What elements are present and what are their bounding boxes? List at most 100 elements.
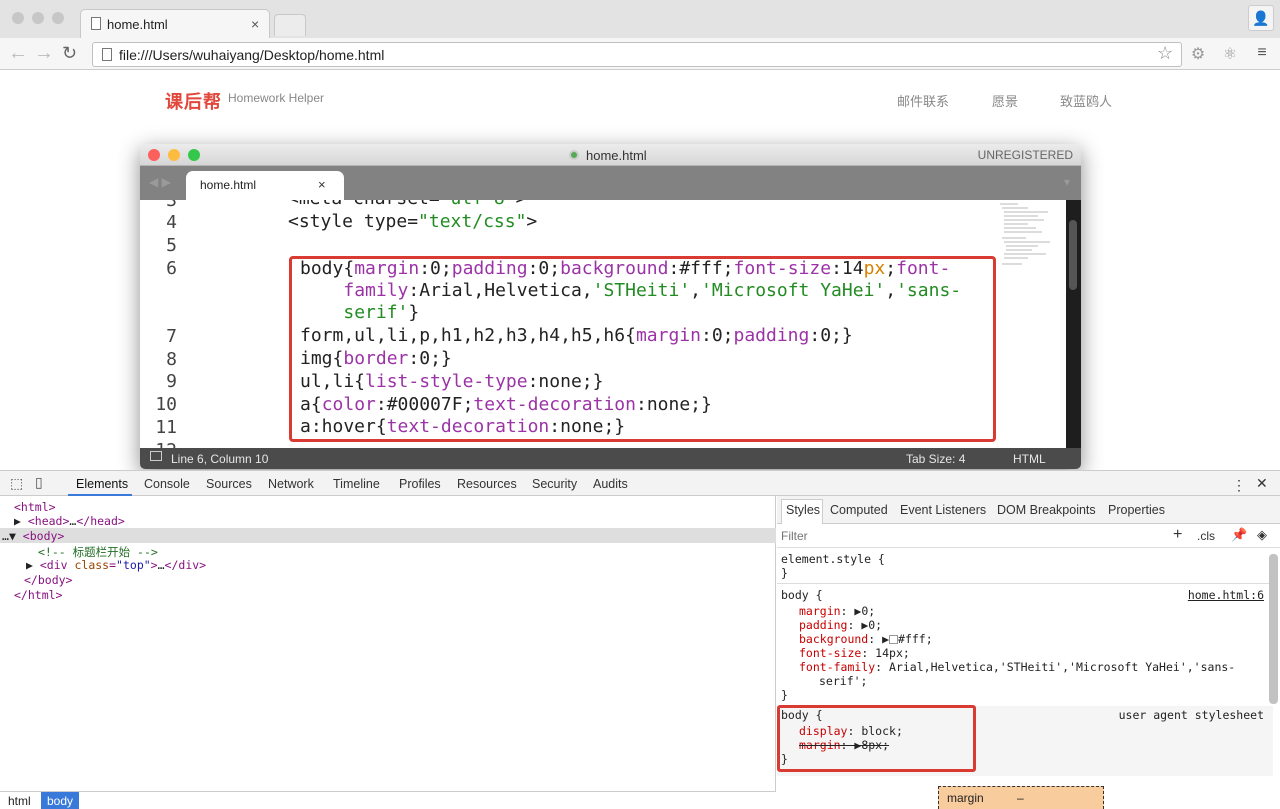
nav-link-contact[interactable]: 邮件联系 <box>897 91 949 110</box>
close-tab-icon[interactable]: × <box>251 16 259 32</box>
breadcrumb-body[interactable]: body <box>41 792 80 809</box>
inspect-element-icon[interactable]: ⬚ <box>10 475 23 492</box>
editor-window-title: home.html <box>586 148 647 163</box>
tab-event-listeners[interactable]: Event Listeners <box>900 503 986 517</box>
minimap[interactable] <box>998 200 1066 448</box>
styles-filter-bar: + .cls 📌 ◈ <box>777 524 1280 548</box>
tab-dom-breakpoints[interactable]: DOM Breakpoints <box>997 503 1096 517</box>
close-devtools-icon[interactable]: ✕ <box>1256 475 1268 492</box>
nav-link-lanou[interactable]: 致蓝鸥人 <box>1060 91 1112 110</box>
code-editor[interactable]: 3 4 5 6 7 8 9 10 11 12 <meta charset="ut… <box>140 200 1081 448</box>
tab-styles[interactable]: Styles <box>786 503 820 517</box>
editor-tab-label: home.html <box>200 178 257 192</box>
tab-elements[interactable]: Elements <box>76 477 128 491</box>
node-html[interactable]: <html> <box>14 500 56 514</box>
extension-icon[interactable]: ⚙ <box>1188 44 1208 64</box>
unregistered-label: UNREGISTERED <box>977 148 1073 162</box>
line-number: 9 <box>166 371 177 392</box>
editor-title-bar: home.html UNREGISTERED <box>140 144 1081 166</box>
new-tab-button[interactable] <box>274 14 306 36</box>
node-body-close[interactable]: </body> <box>24 573 72 587</box>
tab-audits[interactable]: Audits <box>593 477 628 491</box>
forward-icon[interactable]: → <box>34 42 54 65</box>
box-model-margin[interactable]: margin – <box>938 786 1104 809</box>
node-html-close[interactable]: </html> <box>14 588 62 602</box>
body-rule-source-link[interactable]: home.html:6 <box>1188 588 1264 602</box>
pin-icon[interactable]: 📌 <box>1231 527 1247 543</box>
color-swatch-icon[interactable] <box>889 635 899 644</box>
url-text[interactable]: file:///Users/wuhaiyang/Desktop/home.htm… <box>119 47 384 63</box>
editor-zoom-button[interactable] <box>188 149 200 161</box>
css-property-margin[interactable]: margin: ▶0; <box>799 604 875 618</box>
css-property-background[interactable]: background: ▶ #fff; <box>799 632 933 646</box>
css-property-font-size[interactable]: font-size: 14px; <box>799 646 910 660</box>
styles-sidebar: Styles Computed Event Listeners DOM Brea… <box>777 496 1280 809</box>
box-model-value[interactable]: – <box>1017 791 1024 805</box>
browser-toolbar: ← → ↻ file:///Users/wuhaiyang/Desktop/ho… <box>0 38 1280 70</box>
reload-icon[interactable]: ↻ <box>62 43 77 64</box>
tab-resources[interactable]: Resources <box>457 477 517 491</box>
user-icon[interactable]: 👤 <box>1248 5 1274 31</box>
cls-toggle[interactable]: .cls <box>1197 529 1215 543</box>
react-devtools-icon[interactable]: ⚛ <box>1220 44 1240 64</box>
tab-sources[interactable]: Sources <box>206 477 252 491</box>
back-icon[interactable]: ← <box>8 42 28 65</box>
zoom-window-button[interactable] <box>52 12 64 24</box>
add-rule-icon[interactable]: + <box>1173 526 1182 544</box>
tab-properties[interactable]: Properties <box>1108 503 1165 517</box>
css-property-font-family[interactable]: font-family: Arial,Helvetica,'STHeiti','… <box>799 660 1235 674</box>
node-head[interactable]: ▶ <head>…</head> <box>14 514 125 528</box>
menu-icon[interactable]: ≡ <box>1252 44 1272 64</box>
line-number: 8 <box>166 349 177 370</box>
minimize-window-button[interactable] <box>32 12 44 24</box>
close-window-button[interactable] <box>12 12 24 24</box>
breadcrumb-html[interactable]: html <box>8 794 31 808</box>
panel-toggle-icon[interactable] <box>150 451 162 461</box>
tab-security[interactable]: Security <box>532 477 577 491</box>
body-rule-selector[interactable]: body { <box>781 588 823 602</box>
property-name: margin <box>799 604 841 618</box>
tab-dropdown-icon[interactable]: ▾ <box>1064 175 1070 189</box>
tab-console[interactable]: Console <box>144 477 190 491</box>
line-gutter: 3 4 5 6 7 8 9 10 11 12 <box>140 200 192 448</box>
line-number: 4 <box>166 212 177 233</box>
styles-scrollbar[interactable] <box>1269 554 1278 704</box>
highlight-box-ua <box>777 705 976 772</box>
scroll-thumb[interactable] <box>1069 220 1077 290</box>
bookmark-star-icon[interactable]: ☆ <box>1157 43 1173 64</box>
code-line-3: <meta charset="utf-8"> <box>288 200 526 210</box>
browser-tab[interactable]: home.html × <box>80 9 270 38</box>
editor-scrollbar[interactable] <box>1066 200 1081 448</box>
close-tab-icon[interactable]: × <box>318 177 326 192</box>
styles-filter-input[interactable] <box>781 528 1161 544</box>
tab-profiles[interactable]: Profiles <box>399 477 441 491</box>
line-number: 7 <box>166 326 177 347</box>
editor-tab[interactable]: home.html × <box>186 171 344 200</box>
tab-nav-arrows-icon[interactable]: ◀ ▶ <box>149 175 171 189</box>
node-body[interactable]: …▼ <body> <box>2 529 64 543</box>
nav-link-vision[interactable]: 愿景 <box>992 91 1018 110</box>
editor-close-button[interactable] <box>148 149 160 161</box>
cursor-position: Line 6, Column 10 <box>171 452 269 466</box>
more-options-icon[interactable]: ⋮ <box>1232 477 1246 494</box>
node-div-top[interactable]: ▶ <div class="top">…</div> <box>26 558 206 572</box>
property-value: 0; <box>868 618 883 632</box>
css-property-font-family-cont: serif'; <box>819 674 868 688</box>
line-number: 3 <box>166 200 177 211</box>
editor-minimize-button[interactable] <box>168 149 180 161</box>
editor-tab-bar: ◀ ▶ home.html × ▾ <box>140 166 1081 200</box>
device-mode-icon[interactable]: ▯ <box>35 474 43 491</box>
line-number: 12 <box>140 440 177 448</box>
styles-tab-bar: Styles Computed Event Listeners DOM Brea… <box>777 496 1280 524</box>
address-bar[interactable]: file:///Users/wuhaiyang/Desktop/home.htm… <box>92 42 1182 67</box>
css-property-padding[interactable]: padding: ▶0; <box>799 618 882 632</box>
element-style-selector[interactable]: element.style { <box>781 552 885 566</box>
syntax-setting[interactable]: HTML <box>1013 452 1046 466</box>
tab-timeline[interactable]: Timeline <box>333 477 380 491</box>
tab-size-setting[interactable]: Tab Size: 4 <box>906 452 965 466</box>
rule-divider <box>777 583 1269 584</box>
site-logo[interactable]: 课后帮 <box>165 88 222 114</box>
tab-network[interactable]: Network <box>268 477 314 491</box>
toggle-pane-icon[interactable]: ◈ <box>1257 527 1267 543</box>
tab-computed[interactable]: Computed <box>830 503 888 517</box>
